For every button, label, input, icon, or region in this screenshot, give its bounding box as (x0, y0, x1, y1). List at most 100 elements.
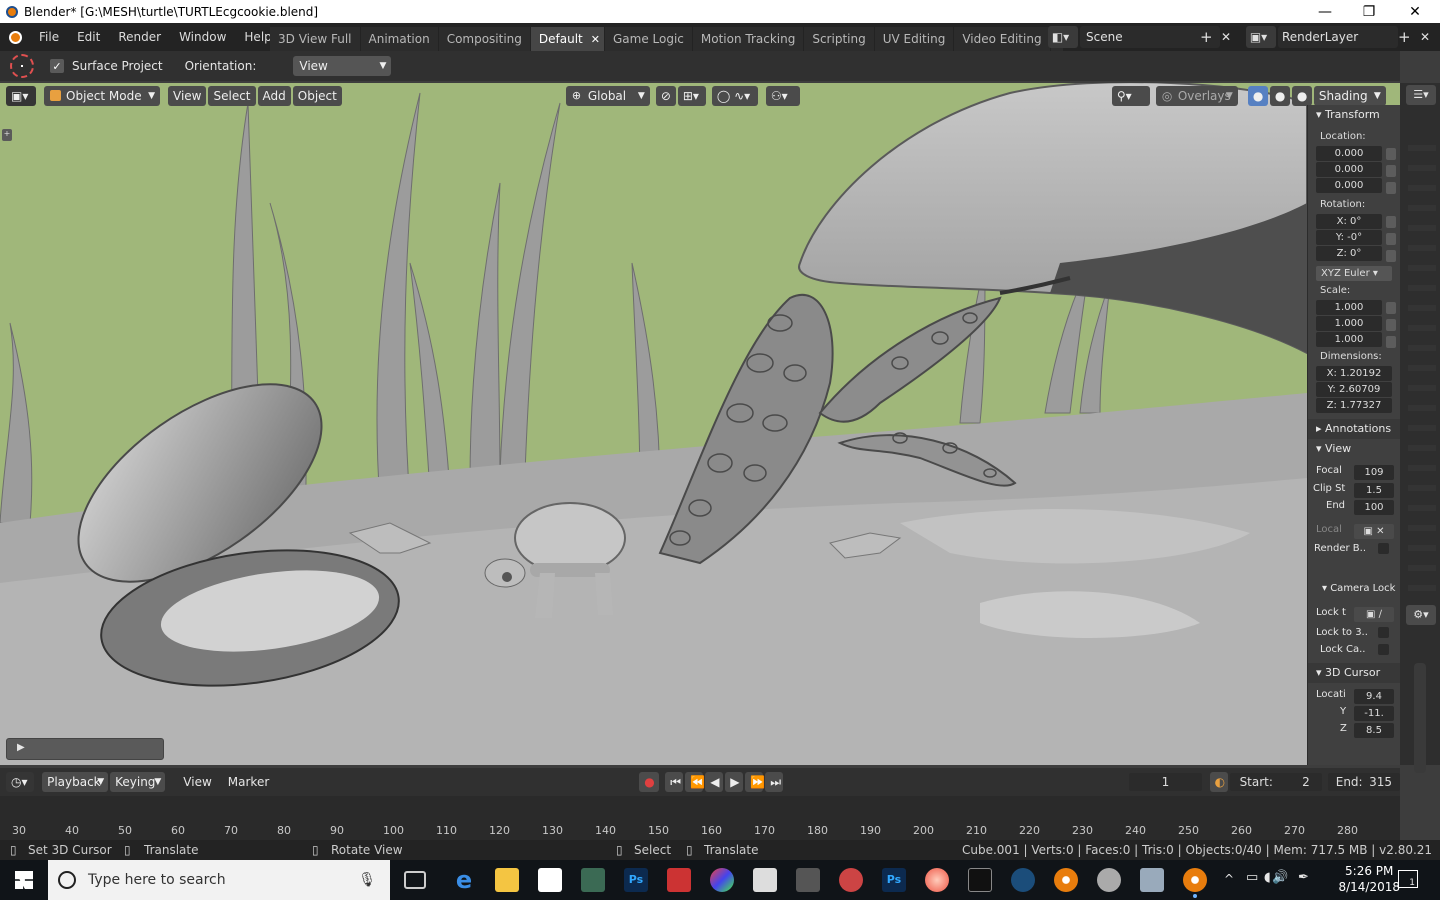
tab-compositing[interactable]: Compositing (438, 27, 530, 51)
outliner-strip[interactable]: ☰▾ ⚙▾ (1400, 83, 1440, 773)
lock-to-3d-cursor-checkbox[interactable] (1378, 627, 1389, 638)
keying-dropdown[interactable]: Keying ▼ (110, 772, 166, 792)
3d-cursor-panel-header[interactable]: ▾ 3D Cursor (1308, 663, 1400, 683)
location-y-field[interactable]: 0.000 (1316, 162, 1382, 177)
camera-lock-panel-header[interactable]: ▾ Camera Lock (1308, 579, 1400, 599)
viewport-scene[interactable] (0, 83, 1400, 765)
record-button[interactable]: ● (639, 772, 660, 792)
tab-video-editing[interactable]: Video Editing (954, 27, 1050, 51)
lock-icon[interactable] (1386, 182, 1396, 194)
blender-menu-icon[interactable] (0, 23, 30, 51)
clip-start-field[interactable]: 1.5 (1354, 483, 1394, 498)
location-z-field[interactable]: 0.000 (1316, 178, 1382, 193)
menu-file[interactable]: File (30, 30, 68, 44)
viewport-menu-add[interactable]: Add (257, 86, 291, 106)
jump-keyframe-back-button[interactable]: ⏪ (685, 772, 705, 792)
action-center-icon[interactable]: 1 (1398, 870, 1418, 888)
location-x-field[interactable]: 0.000 (1316, 146, 1382, 161)
zbrush-icon[interactable] (581, 868, 605, 892)
jump-start-button[interactable]: ⏮ (665, 772, 684, 792)
tab-animation[interactable]: Animation (360, 27, 438, 51)
rotation-mode-dropdown[interactable]: XYZ Euler ▾ (1316, 266, 1392, 281)
app-icon-3[interactable] (839, 868, 863, 892)
show-gizmo-icon[interactable]: ⚇▾ (765, 86, 800, 106)
menu-render[interactable]: Render (109, 30, 170, 44)
cursor-tool-icon[interactable] (10, 54, 34, 78)
rotation-y-field[interactable]: Y: -0° (1316, 230, 1382, 245)
lock-icon[interactable] (1386, 336, 1396, 348)
cursor-y-field[interactable]: -11. (1354, 706, 1394, 721)
tab-motion-tracking[interactable]: Motion Tracking (692, 27, 804, 51)
outliner-editor-type-button[interactable]: ☰▾ (1406, 85, 1436, 105)
tab-3d-view-full[interactable]: 3D View Full (270, 27, 360, 51)
dimensions-z-field[interactable]: Z: 1.77327 (1316, 398, 1392, 413)
network-icon[interactable]: ▭ (1246, 870, 1258, 885)
shading-dropdown[interactable]: Shading ▼ (1313, 86, 1386, 106)
orientation-dropdown[interactable]: View ▼ (293, 56, 392, 76)
play-reverse-button[interactable]: ◀ (705, 772, 724, 792)
jump-keyframe-forward-button[interactable]: ⏩ (745, 772, 765, 792)
menu-edit[interactable]: Edit (68, 30, 109, 44)
current-frame-field[interactable]: 1 (1129, 773, 1202, 791)
surface-project-checkbox[interactable]: ✓ (50, 59, 64, 73)
frame-end-field[interactable]: End: 315 (1327, 773, 1401, 791)
rotation-z-field[interactable]: Z: 0° (1316, 246, 1382, 261)
taskbar-clock[interactable]: 5:26 PM 8/14/2018 (1338, 863, 1400, 895)
app-icon-4[interactable] (1097, 868, 1121, 892)
tab-default[interactable]: Default ✕ (530, 27, 604, 51)
menu-window[interactable]: Window (170, 30, 235, 44)
photoshop-icon-2[interactable]: Ps (882, 868, 906, 892)
lock-to-object-field[interactable]: ▣ ∕ (1354, 607, 1394, 622)
add-renderlayer-icon[interactable]: + (1398, 26, 1414, 48)
photoshop-icon[interactable]: Ps (624, 868, 648, 892)
timeline-menu-marker[interactable]: Marker (228, 775, 269, 789)
tab-game-logic[interactable]: Game Logic (604, 27, 692, 51)
app-icon[interactable] (667, 868, 691, 892)
rendered-shading-icon[interactable]: ● (1291, 86, 1312, 106)
lock-icon[interactable] (1386, 216, 1396, 228)
scene-name-field[interactable]: Scene (1080, 26, 1220, 48)
blender-active-icon[interactable] (1183, 868, 1207, 892)
dimensions-x-field[interactable]: X: 1.20192 (1316, 366, 1392, 381)
play-button[interactable]: ▶ (725, 772, 744, 792)
properties-editor-type-button[interactable]: ⚙▾ (1406, 605, 1436, 625)
app-icon-2[interactable] (796, 868, 820, 892)
lookdev-shading-icon[interactable]: ● (1269, 86, 1290, 106)
tab-scripting[interactable]: Scripting (804, 27, 874, 51)
lock-icon[interactable] (1386, 250, 1396, 262)
scale-z-field[interactable]: 1.000 (1316, 332, 1382, 347)
scale-y-field[interactable]: 1.000 (1316, 316, 1382, 331)
mode-dropdown[interactable]: Object Mode ▼ (44, 86, 160, 106)
task-view-icon[interactable] (404, 871, 426, 889)
cursor-z-field[interactable]: 8.5 (1354, 723, 1394, 738)
overlays-dropdown[interactable]: ◎ Overlays ▼ (1155, 86, 1238, 106)
close-window-button[interactable]: ✕ (1392, 0, 1438, 23)
jump-end-button[interactable]: ⏭ (765, 772, 784, 792)
transform-orientation-dropdown[interactable]: ⊕ Global ▼ (565, 86, 650, 106)
snap-toggle-icon[interactable]: ⊞▾ (677, 86, 706, 106)
viewport-menu-object[interactable]: Object (292, 86, 342, 106)
remove-renderlayer-icon[interactable]: ✕ (1420, 26, 1436, 48)
file-explorer-icon[interactable] (495, 868, 519, 892)
lock-camera-to-view-checkbox[interactable] (1378, 644, 1389, 655)
rotation-x-field[interactable]: X: 0° (1316, 214, 1382, 229)
lock-icon[interactable] (1386, 148, 1396, 160)
app-icon-5[interactable] (1140, 868, 1164, 892)
preview-range-icon[interactable]: ◐ (1209, 772, 1228, 792)
timeline-editor-type-button[interactable]: ◷▾ (6, 772, 35, 792)
transform-panel-header[interactable]: ▾ Transform (1308, 105, 1400, 125)
viewport-small-panel-toggle[interactable]: + (2, 129, 12, 141)
dimensions-y-field[interactable]: Y: 2.60709 (1316, 382, 1392, 397)
minimize-button[interactable]: — (1302, 0, 1348, 23)
local-camera-field[interactable]: ▣ ✕ (1354, 524, 1394, 539)
volume-icon[interactable]: 🔊 (1272, 870, 1288, 885)
pivot-point-icon[interactable]: ⊘ (655, 86, 676, 106)
tray-chevron-icon[interactable]: ^ (1224, 872, 1234, 886)
terminal-icon[interactable] (968, 868, 992, 892)
scale-x-field[interactable]: 1.000 (1316, 300, 1382, 315)
tab-close-icon[interactable]: ✕ (591, 33, 600, 46)
remove-scene-icon[interactable]: ✕ (1221, 26, 1237, 48)
renderlayer-name-field[interactable]: RenderLayer (1278, 26, 1398, 48)
tab-uv-editing[interactable]: UV Editing (874, 27, 954, 51)
steam-icon[interactable] (1011, 868, 1035, 892)
